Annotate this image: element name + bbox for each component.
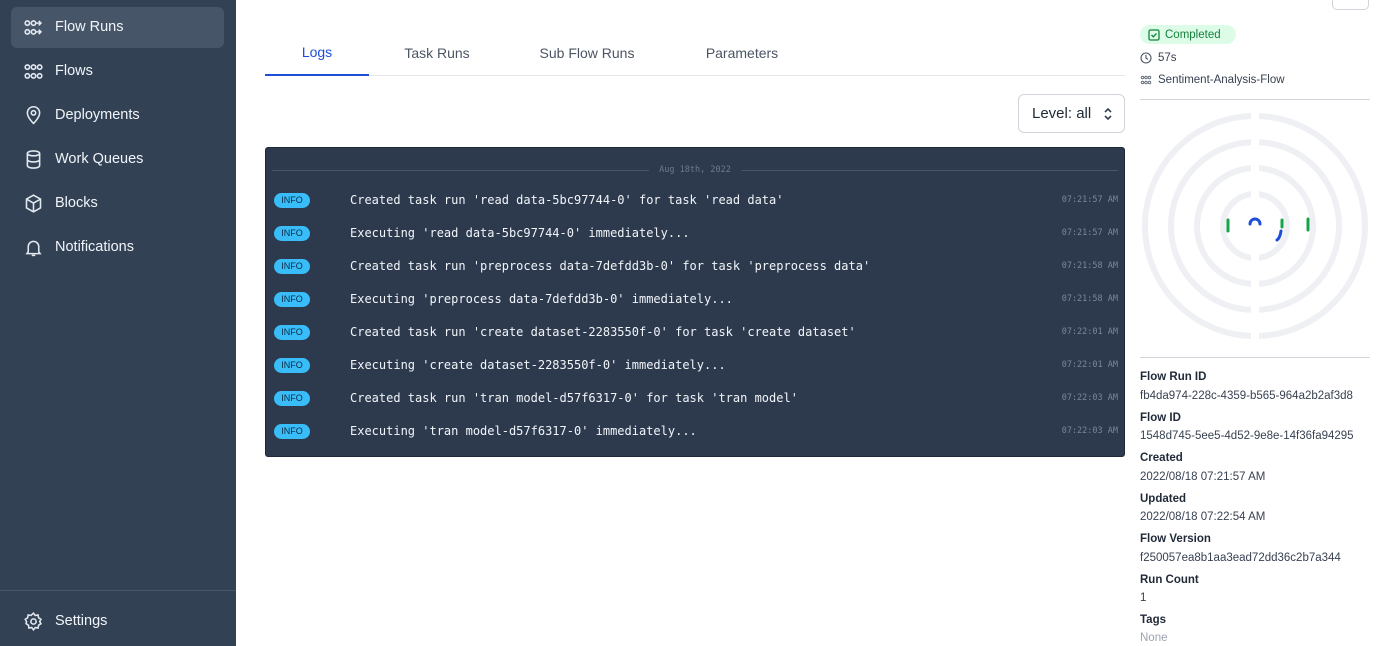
log-timestamp: 07:22:01 AM: [1061, 360, 1118, 370]
log-timestamp: 07:22:03 AM: [1061, 393, 1118, 403]
log-level-badge: INFO: [274, 358, 310, 373]
divider: [1140, 99, 1370, 100]
tab-sub-flow-runs[interactable]: Sub Flow Runs: [505, 30, 669, 75]
log-row: INFO Created task run 'read data-5bc9774…: [266, 193, 1124, 226]
flow-version: f250057ea8b1aa3ead72dd36c2b7a344: [1140, 552, 1341, 564]
status-text: Completed: [1165, 28, 1221, 41]
divider: [1140, 357, 1370, 358]
duration-text: 57s: [1158, 52, 1177, 64]
log-timestamp: 07:21:57 AM: [1061, 228, 1118, 238]
tab-parameters[interactable]: Parameters: [669, 30, 815, 75]
field-label: Flow Version: [1140, 533, 1211, 545]
field-label: Updated: [1140, 493, 1186, 505]
log-message: Executing 'tran model-d57f6317-0' immedi…: [350, 424, 697, 438]
flow-runs-icon: [23, 17, 44, 38]
log-level-badge: INFO: [274, 292, 310, 307]
sidebar: Flow Runs Flows Deployments Work Queues …: [0, 0, 236, 646]
log-level-badge: INFO: [274, 391, 310, 406]
log-level-badge: INFO: [274, 259, 310, 274]
chevron-updown-icon: [1104, 107, 1112, 121]
flow-name: Sentiment-Analysis-Flow: [1158, 74, 1285, 86]
log-panel: Aug 18th, 2022 INFO Created task run 're…: [265, 147, 1125, 457]
log-timestamp: 07:22:01 AM: [1061, 327, 1118, 337]
sidebar-item-label: Settings: [55, 613, 108, 629]
log-message: Executing 'read data-5bc97744-0' immedia…: [350, 226, 690, 240]
log-timestamp: 07:21:58 AM: [1061, 261, 1118, 271]
sidebar-item-flow-runs[interactable]: Flow Runs: [11, 7, 224, 48]
flows-icon: [1140, 75, 1152, 85]
menu-button[interactable]: [1332, 0, 1369, 10]
sidebar-item-label: Flows: [55, 63, 93, 79]
log-row: INFO Executing 'preprocess data-7defdd3b…: [266, 292, 1124, 325]
log-row: INFO Executing 'create dataset-2283550f-…: [266, 358, 1124, 391]
sidebar-item-blocks[interactable]: Blocks: [11, 183, 224, 224]
check-square-icon: [1148, 28, 1160, 41]
log-timestamp: 07:21:57 AM: [1061, 195, 1118, 205]
log-message: Created task run 'preprocess data-7defdd…: [350, 259, 871, 273]
log-level-badge: INFO: [274, 226, 310, 241]
updated-time: 2022/08/18 07:22:54 AM: [1140, 511, 1266, 523]
log-message: Created task run 'tran model-d57f6317-0'…: [350, 391, 798, 405]
gear-icon: [23, 611, 44, 632]
database-icon: [23, 149, 44, 170]
log-timestamp: 07:21:58 AM: [1061, 294, 1118, 304]
field-label: Created: [1140, 452, 1183, 464]
log-level-badge: INFO: [274, 325, 310, 340]
level-select[interactable]: Level: all: [1018, 94, 1125, 133]
log-message: Created task run 'create dataset-2283550…: [350, 325, 856, 339]
sidebar-item-flows[interactable]: Flows: [11, 51, 224, 92]
field-label: Run Count: [1140, 574, 1199, 586]
tab-logs[interactable]: Logs: [265, 30, 369, 76]
log-message: Executing 'create dataset-2283550f-0' im…: [350, 358, 726, 372]
clock-icon: [1140, 52, 1152, 64]
flow-run-radar: [1142, 112, 1368, 344]
sidebar-item-deployments[interactable]: Deployments: [11, 95, 224, 136]
field-label: Tags: [1140, 614, 1166, 626]
log-timestamp: 07:22:03 AM: [1061, 426, 1118, 436]
field-label: Flow ID: [1140, 412, 1181, 424]
log-message: Executing 'preprocess data-7defdd3b-0' i…: [350, 292, 733, 306]
run-count: 1: [1140, 592, 1147, 604]
log-level-badge: INFO: [274, 193, 310, 208]
sidebar-item-label: Work Queues: [55, 151, 144, 167]
sidebar-item-label: Blocks: [55, 195, 98, 211]
tab-bar: Logs Task Runs Sub Flow Runs Parameters: [265, 30, 1125, 76]
sidebar-item-settings[interactable]: Settings: [11, 601, 224, 642]
field-label: Flow Run ID: [1140, 371, 1207, 383]
log-message: Created task run 'read data-5bc97744-0' …: [350, 193, 784, 207]
flow-link[interactable]: Sentiment-Analysis-Flow: [1140, 74, 1285, 86]
tab-task-runs[interactable]: Task Runs: [369, 30, 505, 75]
sidebar-item-label: Flow Runs: [55, 19, 124, 35]
sidebar-item-label: Notifications: [55, 239, 134, 255]
status-badge: Completed: [1140, 25, 1236, 44]
flow-id: 1548d745-5ee5-4d52-9e8e-14f36fa94295: [1140, 430, 1354, 442]
log-row: INFO Executing 'read data-5bc97744-0' im…: [266, 226, 1124, 259]
log-row: INFO Created task run 'create dataset-22…: [266, 325, 1124, 358]
cube-icon: [23, 193, 44, 214]
map-pin-icon: [23, 105, 44, 126]
log-level-badge: INFO: [274, 424, 310, 439]
sidebar-divider: [0, 590, 236, 591]
sidebar-item-notifications[interactable]: Notifications: [11, 227, 224, 268]
level-select-value: Level: all: [1032, 105, 1092, 122]
flow-run-id: fb4da974-228c-4359-b565-964a2b2af3d8: [1140, 390, 1353, 402]
log-row: INFO Executing 'tran model-d57f6317-0' i…: [266, 424, 1124, 457]
sidebar-item-work-queues[interactable]: Work Queues: [11, 139, 224, 180]
duration: 57s: [1140, 52, 1177, 64]
log-row: INFO Created task run 'tran model-d57f63…: [266, 391, 1124, 424]
bell-icon: [23, 237, 44, 258]
log-date-divider: Aug 18th, 2022: [272, 165, 1118, 175]
created-time: 2022/08/18 07:21:57 AM: [1140, 471, 1266, 483]
tags: None: [1140, 632, 1168, 644]
sidebar-item-label: Deployments: [55, 107, 140, 123]
flows-icon: [23, 61, 44, 82]
log-row: INFO Created task run 'preprocess data-7…: [266, 259, 1124, 292]
